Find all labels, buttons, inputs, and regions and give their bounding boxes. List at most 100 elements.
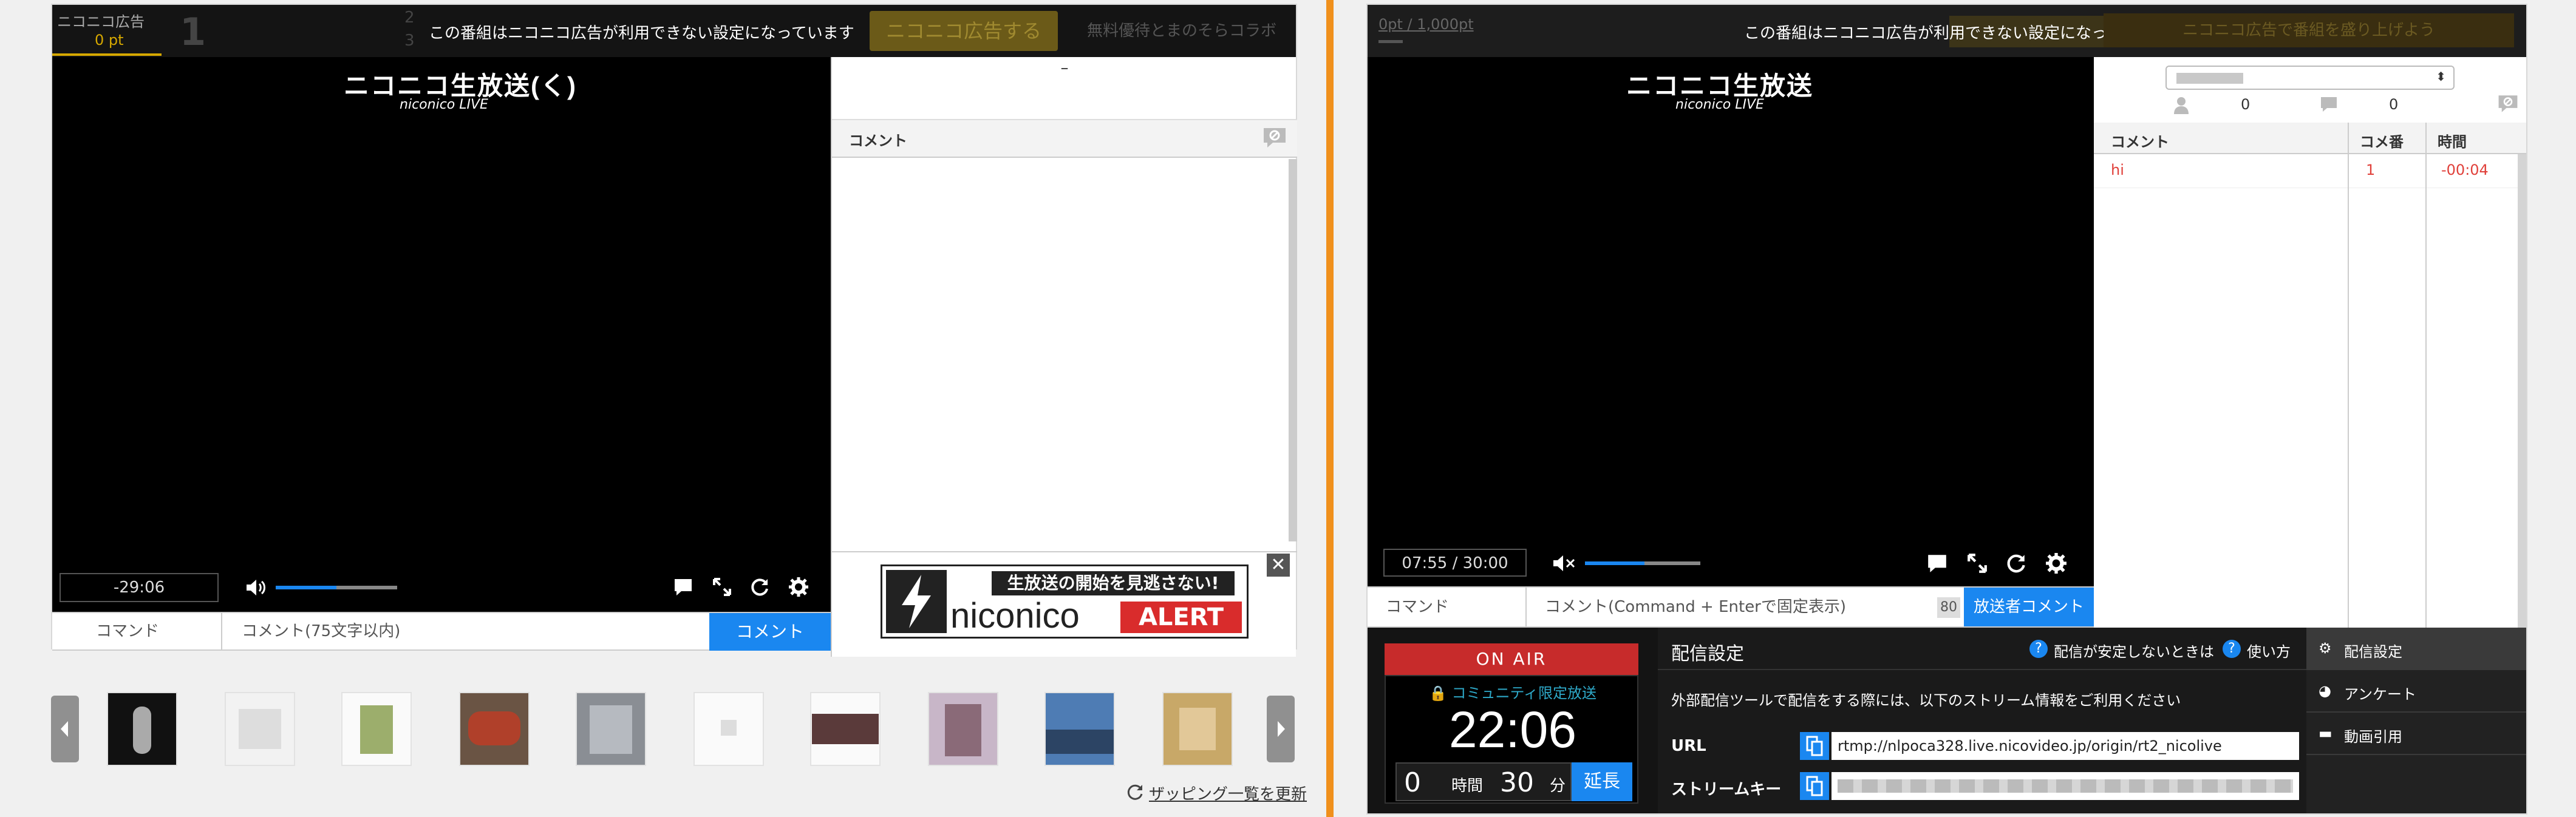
copy-url-icon[interactable] — [1800, 732, 1829, 760]
ad-cta-button[interactable]: ニコニコ広告で番組を盛り上げよう — [2104, 13, 2514, 47]
community-label: 🔒 コミュニティ限定放送 — [1386, 681, 1640, 702]
comment-input[interactable]: コメント(75文字以内) — [242, 614, 400, 648]
thumbnail-10[interactable] — [1162, 692, 1233, 766]
row-number: 1 — [2366, 161, 2376, 178]
niconico-alert-banner[interactable]: 生放送の開始を見逃さない! niconico ALERT — [881, 564, 1249, 639]
command-field[interactable]: コマンド — [96, 614, 159, 648]
ad-button[interactable]: ニコニコ広告する — [870, 11, 1058, 51]
url-field[interactable]: rtmp://nlpoca328.live.nicovideo.jp/origi… — [1831, 732, 2299, 760]
points-display[interactable]: 0pt / 1,000pt — [1378, 16, 1474, 33]
col-number[interactable]: コメ番 — [2360, 130, 2404, 151]
volume-icon[interactable] — [245, 578, 267, 597]
ad-rank: 1 — [180, 10, 206, 54]
broadcast-time: 07:55 / 30:00 — [1383, 549, 1527, 577]
stream-key-label: ストリームキー — [1671, 781, 1782, 799]
settings-menu: ⚙ 配信設定 ◕ アンケート ▬ 動画引用 — [2306, 628, 2526, 813]
mute-icon[interactable] — [1552, 554, 1576, 573]
ad-rank-3: 3 — [404, 32, 415, 50]
help-unstable-link[interactable]: 配信が安定しないときは — [2054, 640, 2214, 661]
ad-notice-right: この番組はニコニコ広告が利用できない設定になっています — [1744, 24, 2170, 42]
comment-toggle-icon[interactable] — [673, 577, 693, 597]
reload-icon-right[interactable] — [2005, 552, 2027, 574]
menu-gear-icon: ⚙ — [2319, 640, 2332, 657]
alert-brand: niconico — [950, 596, 1080, 636]
bar-separator-right — [1525, 588, 1527, 626]
ext-hours[interactable]: 0 — [1404, 767, 1421, 798]
settings-header: 配信設定 ? 配信が安定しないときは ? 使い方 — [1658, 628, 2306, 670]
broadcaster-comment-button[interactable]: 放送者コメント — [1964, 588, 2094, 626]
help-usage-link[interactable]: 使い方 — [2247, 640, 2291, 661]
ad-points: 0 pt — [95, 32, 124, 49]
lock-icon: 🔒 — [1428, 685, 1452, 702]
broadcast-video[interactable]: ニコニコ生放送 niconico LIVE 07:55 / 30:00 — [1368, 57, 2094, 586]
time-display: -29:06 — [60, 573, 219, 602]
thumbnail-5[interactable] — [576, 692, 646, 766]
reload-icon[interactable] — [749, 577, 770, 597]
control-area: ON AIR 🔒 コミュニティ限定放送 22:06 0 時間 30 分 延長 配… — [1368, 628, 2526, 813]
volume-slider[interactable] — [276, 586, 397, 589]
bar-separator — [221, 613, 222, 649]
thumbnail-3[interactable] — [341, 692, 412, 766]
comment-scrollbar[interactable] — [1289, 159, 1297, 541]
comment-filter-icon-right[interactable] — [2497, 93, 2519, 114]
thumbnail-8[interactable] — [928, 692, 998, 766]
thumbnail-4[interactable] — [459, 692, 530, 766]
comment-toggle-icon-right[interactable] — [1926, 552, 1948, 574]
onair-box: ON AIR 🔒 コミュニティ限定放送 22:06 0 時間 30 分 延長 — [1368, 628, 1658, 813]
timer-box: 🔒 コミュニティ限定放送 22:06 0 時間 30 分 延長 — [1385, 675, 1638, 804]
select-arrow-icon: ⬍ — [2436, 69, 2446, 84]
menu-survey[interactable]: ◕ アンケート — [2306, 670, 2526, 713]
comment-panel: – コメント 生放送の開始を見逃さない! niconico ALERT ✕ — [831, 57, 1297, 657]
help-icon[interactable]: ? — [2029, 640, 2048, 658]
table-row[interactable]: hi 1 -00:04 — [2094, 154, 2518, 188]
panel-header: – — [832, 57, 1297, 120]
hours-label: 時間 — [1451, 777, 1484, 795]
menu-stream-settings[interactable]: ⚙ 配信設定 — [2306, 628, 2526, 670]
community-text: コミュニティ限定放送 — [1451, 685, 1597, 702]
comment-list-panel: ⬍ 0 0 コメント コメ番 時間 hi 1 -00:04 — [2094, 57, 2526, 628]
stream-settings: 配信設定 ? 配信が安定しないときは ? 使い方 外部配信ツールで配信をする際に… — [1658, 628, 2306, 813]
close-icon[interactable]: ✕ — [1267, 554, 1290, 577]
comment-input-right[interactable]: コメント(Command + Enterで固定表示) — [1545, 590, 1846, 624]
comment-submit-button[interactable]: コメント — [709, 613, 831, 651]
settings-gear-icon[interactable] — [788, 577, 809, 597]
settings-gear-icon-right[interactable] — [2045, 552, 2067, 574]
comment-filter-icon[interactable] — [1262, 126, 1287, 149]
carousel-prev-button[interactable] — [51, 696, 79, 762]
carousel-next-button[interactable] — [1267, 696, 1295, 762]
points-bar — [1378, 40, 1403, 43]
ext-minutes[interactable]: 30 — [1500, 767, 1534, 798]
refresh-zapping-link[interactable]: ザッピング一覧を更新 — [1149, 782, 1307, 804]
video-player[interactable]: ニコニコ生放送(く) niconico LIVE -29:06 — [52, 57, 831, 612]
url-label: URL — [1671, 737, 1706, 755]
char-counter: 80 — [1937, 597, 1960, 618]
viewer-count: 0 — [2241, 96, 2251, 113]
ad-link[interactable]: 無料優待とまのそらコラボ — [1072, 11, 1291, 51]
ad-label: ニコニコ広告 — [57, 13, 145, 30]
fullscreen-icon-right[interactable] — [1966, 552, 1988, 574]
elapsed-clock: 22:06 — [1448, 701, 1577, 758]
thumbnail-9[interactable] — [1044, 692, 1115, 766]
fullscreen-icon[interactable] — [712, 577, 732, 597]
stream-key-field[interactable] — [1831, 772, 2299, 800]
copy-key-icon[interactable] — [1800, 772, 1829, 800]
comment-list-scrollbar[interactable] — [2518, 154, 2526, 628]
col-comment[interactable]: コメント — [2111, 130, 2169, 151]
command-field-right[interactable]: コマンド — [1386, 590, 1449, 624]
extend-button[interactable]: 延長 — [1572, 762, 1632, 801]
screen: ニコニコ広告 0 pt 1 2 3 ニコニコ広告する 無料優待とまのそらコラボ … — [0, 0, 2576, 817]
col-line-1 — [2348, 188, 2349, 628]
menu-video-quote[interactable]: ▬ 動画引用 — [2306, 713, 2526, 755]
thumbnail-7[interactable] — [810, 692, 881, 766]
usage-help-icon[interactable]: ? — [2223, 640, 2241, 658]
refresh-icon[interactable] — [1125, 782, 1145, 802]
thumbnail-2[interactable] — [225, 692, 295, 766]
col-time[interactable]: 時間 — [2438, 130, 2467, 151]
thumbnail-6[interactable] — [693, 692, 764, 766]
thumbnail-1[interactable] — [107, 692, 177, 766]
room-select[interactable]: ⬍ — [2165, 66, 2455, 90]
menu-video-quote-label: 動画引用 — [2344, 728, 2402, 745]
volume-slider-right[interactable] — [1585, 561, 1700, 565]
settings-description: 外部配信ツールで配信をする際には、以下のストリーム情報をご利用ください — [1671, 692, 2181, 709]
logo-sub: niconico LIVE — [400, 97, 488, 112]
